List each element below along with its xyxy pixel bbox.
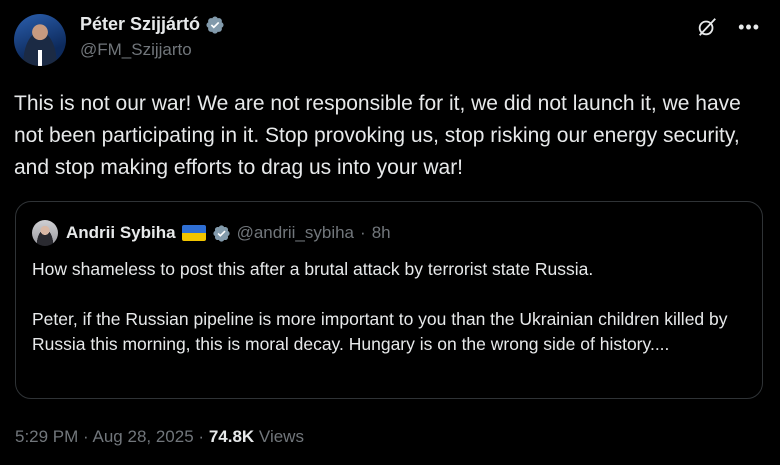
quoted-paragraph: How shameless to post this after a bruta… — [32, 259, 594, 279]
ukraine-flag-icon — [181, 225, 206, 241]
tweet-text: This is not our war! We are not responsi… — [14, 92, 741, 179]
verified-badge-icon[interactable] — [205, 15, 225, 35]
author-name[interactable]: Péter Szijjártó — [80, 14, 200, 35]
author-avatar[interactable] — [14, 14, 66, 66]
views-count: 74.8K — [208, 427, 255, 446]
quoted-timestamp[interactable]: 8h — [372, 223, 391, 243]
quoted-author-name[interactable]: Andrii Sybiha — [66, 223, 176, 243]
quoted-author-handle[interactable]: @andrii_sybiha — [237, 223, 354, 243]
quoted-paragraph: Peter, if the Russian pipeline is more i… — [32, 309, 728, 354]
quoted-author-avatar[interactable] — [32, 220, 58, 246]
author-handle[interactable]: @FM_Szijjarto — [80, 40, 225, 60]
separator-dot: · — [360, 223, 366, 242]
separator-dot: · — [83, 427, 89, 446]
separator-dot: · — [198, 427, 205, 446]
views-label: Views — [258, 427, 304, 446]
quoted-tweet-header: Andrii Sybiha @andrii_sybiha · 8h — [32, 220, 391, 246]
tweet-meta: 5:29 PM · Aug 28, 2025 · 74.8K Views — [15, 427, 304, 447]
grok-icon[interactable] — [696, 16, 718, 38]
author-block: Péter Szijjártó @FM_Szijjarto — [80, 14, 225, 60]
tweet-time[interactable]: 5:29 PM — [15, 427, 78, 446]
verified-badge-icon — [212, 224, 230, 242]
more-icon[interactable]: ••• — [738, 17, 760, 38]
top-actions: ••• — [696, 16, 760, 38]
tweet-date[interactable]: Aug 28, 2025 — [93, 427, 194, 446]
quoted-tweet-text: How shameless to post this after a bruta… — [32, 257, 748, 357]
quoted-tweet[interactable]: Andrii Sybiha @andrii_sybiha · 8h How sh… — [15, 201, 763, 399]
